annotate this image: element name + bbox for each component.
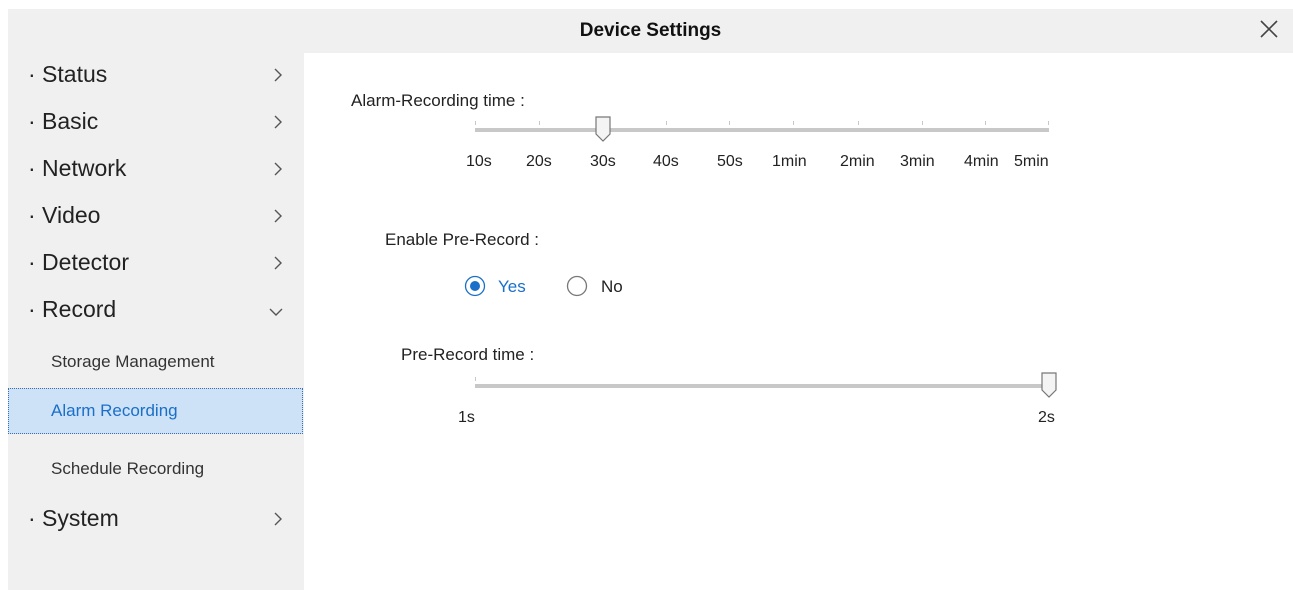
pre-record-yes-radio[interactable] <box>464 275 486 297</box>
radio-checked-icon <box>464 275 486 297</box>
tick-label: 2min <box>840 153 875 170</box>
slider-thumb[interactable] <box>595 116 611 142</box>
tick-label: 1s <box>458 409 475 426</box>
pre-record-no-radio[interactable] <box>566 275 588 297</box>
slider-thumb[interactable] <box>1041 372 1057 398</box>
tick-label: 50s <box>717 153 743 170</box>
slider-tick <box>985 121 986 125</box>
sidebar-item-label: · Video <box>28 202 101 228</box>
slider-tick <box>729 121 730 125</box>
chevron-down-icon <box>269 308 283 316</box>
tick-label: 30s <box>590 153 616 170</box>
sidebar-item-label: · Network <box>28 155 127 181</box>
sidebar-item-network[interactable]: · Network <box>8 147 304 193</box>
enable-pre-record-label: Enable Pre-Record : <box>385 230 540 249</box>
sidebar-item-video[interactable]: · Video <box>8 194 304 240</box>
sidebar-item-detector[interactable]: · Detector <box>8 241 304 287</box>
sidebar-item-label: · Status <box>28 61 108 87</box>
slider-tick <box>858 121 859 125</box>
tick-label: 2s <box>1038 409 1055 426</box>
slider-track[interactable] <box>475 384 1049 388</box>
sidebar-subitem-label: Schedule Recording <box>51 459 205 478</box>
alarm-recording-time-label: Alarm-Recording time : <box>351 91 525 110</box>
slider-tick <box>539 121 540 125</box>
sidebar-item-label: · Detector <box>28 249 129 275</box>
radio-unchecked-icon <box>566 275 588 297</box>
sidebar-item-label: · Basic <box>28 108 99 134</box>
slider-tick <box>475 377 476 381</box>
sidebar-item-label: · System <box>28 505 119 531</box>
sidebar-item-basic[interactable]: · Basic <box>8 100 304 146</box>
tick-label: 40s <box>653 153 679 170</box>
title-bar: Device Settings <box>8 9 1293 53</box>
sidebar-subitem-schedule-recording[interactable]: Schedule Recording <box>8 446 304 492</box>
tick-label: 3min <box>900 153 935 170</box>
pre-record-yes-label[interactable]: Yes <box>498 277 526 297</box>
slider-tick <box>475 121 476 125</box>
slider-track[interactable] <box>475 128 1049 132</box>
chevron-right-icon <box>274 68 282 82</box>
tick-label: 5min <box>1014 153 1049 170</box>
sidebar-subitem-storage-management[interactable]: Storage Management <box>8 339 304 385</box>
sidebar-item-status[interactable]: · Status <box>8 53 304 99</box>
slider-tick <box>922 121 923 125</box>
slider-tick <box>666 121 667 125</box>
chevron-right-icon <box>274 209 282 223</box>
sidebar-subitem-label: Alarm Recording <box>51 401 178 420</box>
sidebar-item-system[interactable]: · System <box>8 497 304 543</box>
sidebar-item-record[interactable]: · Record <box>8 288 304 334</box>
close-icon[interactable] <box>1258 18 1280 40</box>
chevron-right-icon <box>274 256 282 270</box>
chevron-right-icon <box>274 115 282 129</box>
tick-label: 4min <box>964 153 999 170</box>
tick-label: 10s <box>466 153 492 170</box>
sidebar: · Status · Basic · Network · Video · Det… <box>8 53 304 590</box>
pre-record-no-label[interactable]: No <box>601 277 623 297</box>
main-panel: Alarm-Recording time : 10s 20s 30s 40s 5… <box>304 53 1293 590</box>
chevron-right-icon <box>274 512 282 526</box>
dialog-title: Device Settings <box>579 20 722 41</box>
chevron-right-icon <box>274 162 282 176</box>
pre-record-time-label: Pre-Record time : <box>401 345 535 364</box>
sidebar-subitem-alarm-recording[interactable]: Alarm Recording <box>8 388 303 434</box>
tick-label: 20s <box>526 153 552 170</box>
tick-label: 1min <box>772 153 807 170</box>
slider-tick <box>1048 121 1049 125</box>
sidebar-item-label: · Record <box>28 296 117 322</box>
sidebar-subitem-label: Storage Management <box>51 352 215 371</box>
slider-tick <box>793 121 794 125</box>
